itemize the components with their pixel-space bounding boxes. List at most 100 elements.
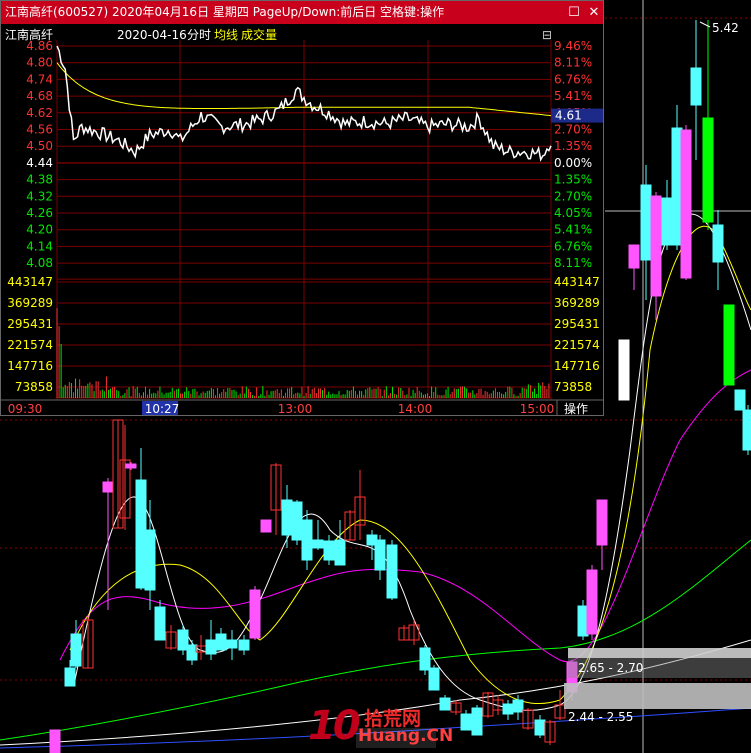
candle-body xyxy=(439,697,451,711)
candle-body xyxy=(64,667,76,687)
candle-body xyxy=(502,703,514,715)
candle-body xyxy=(742,409,751,451)
watermark-domain: Huang.CN xyxy=(358,726,454,746)
candle-body xyxy=(734,389,746,411)
period-label: 分时 xyxy=(187,28,211,42)
volume-axis-label: 443147 xyxy=(554,275,600,289)
watermark-logo-number: 10 xyxy=(308,703,361,749)
candle-body xyxy=(702,117,714,223)
candle-body xyxy=(215,633,227,651)
candle-body xyxy=(226,639,238,649)
chart-menu-icon[interactable]: ⊟ xyxy=(542,28,552,42)
price-axis-label: 4.86 xyxy=(26,39,53,53)
current-price-label: 4.61 xyxy=(555,109,582,123)
time-axis-label: 13:00 xyxy=(278,402,313,416)
intraday-popup-window[interactable]: 江南高纤(600527) 2020年04月16日 星期四 PageUp/Down… xyxy=(0,0,604,416)
candle-body xyxy=(334,539,346,566)
candle-body xyxy=(680,129,692,279)
candle-body xyxy=(712,224,724,263)
candle-body xyxy=(586,569,598,635)
percent-axis-label: 0.00% xyxy=(554,156,592,170)
close-button[interactable]: ✕ xyxy=(583,1,605,24)
time-axis-label: 09:30 xyxy=(8,402,43,416)
volume-axis-label: 443147 xyxy=(7,275,53,289)
price-axis-label: 4.68 xyxy=(26,89,53,103)
support-zone-band xyxy=(564,683,751,709)
avg-line-legend: 均线 xyxy=(214,28,238,42)
price-axis-label: 4.80 xyxy=(26,56,53,70)
candle-body xyxy=(386,544,398,599)
volume-axis-label: 369289 xyxy=(554,296,600,310)
candle-body xyxy=(650,195,662,297)
candle-body xyxy=(238,639,250,651)
volume-axis-label: 295431 xyxy=(554,317,600,331)
percent-axis-label: 2.70% xyxy=(554,123,592,137)
percent-axis-label: 5.41% xyxy=(554,223,592,237)
candle-body xyxy=(419,647,431,671)
candle-body xyxy=(596,499,608,546)
price-axis-label: 4.08 xyxy=(26,256,53,270)
title-bar[interactable]: 江南高纤(600527) 2020年04月16日 星期四 PageUp/Down… xyxy=(1,1,603,24)
percent-axis-label: 1.35% xyxy=(554,173,592,187)
candle-body xyxy=(323,540,335,561)
chart-date: 2020-04-16 xyxy=(117,28,187,42)
price-axis-label: 4.14 xyxy=(26,239,53,253)
price-axis-label: 4.44 xyxy=(26,156,53,170)
resistance-zone-band xyxy=(568,648,751,658)
candle-body xyxy=(49,729,61,753)
volume-axis-label: 147716 xyxy=(7,359,53,373)
price-axis-label: 4.62 xyxy=(26,106,53,120)
operate-button[interactable]: 操作 xyxy=(564,401,588,416)
candle-body xyxy=(690,67,702,106)
restore-button[interactable]: ☐ xyxy=(563,1,585,24)
percent-axis-label: 9.46% xyxy=(554,39,592,53)
candle-body xyxy=(618,339,630,401)
volume-legend: 成交量 xyxy=(241,27,277,42)
price-axis-label: 4.38 xyxy=(26,173,53,187)
time-axis-label: 10:27 xyxy=(145,402,180,416)
site-watermark: 10 拾荒网 Huang.CN xyxy=(308,702,453,750)
volume-axis-label: 73858 xyxy=(554,380,592,394)
candle-body xyxy=(205,639,217,655)
percent-axis-label: 6.76% xyxy=(554,239,592,253)
percent-axis-label: 5.41% xyxy=(554,89,592,103)
candle-body xyxy=(125,463,137,469)
price-axis-label: 4.56 xyxy=(26,123,53,137)
candle-body xyxy=(661,197,673,246)
candle-body xyxy=(471,707,483,736)
support-zone-label: 2.44 - 2.55 xyxy=(568,710,633,724)
volume-axis-label: 147716 xyxy=(554,359,600,373)
candle-body xyxy=(428,667,440,691)
percent-axis-label: 8.11% xyxy=(554,256,592,270)
candle-body xyxy=(640,184,652,261)
intraday-chart[interactable]: 江南高纤 2020-04-16 分时 均线 成交量 ⊟ 4.86 9.46%4.8… xyxy=(1,24,603,416)
candle-body xyxy=(281,499,293,536)
price-axis-label: 4.26 xyxy=(26,206,53,220)
candle-body xyxy=(144,529,156,591)
price-axis-label: 4.20 xyxy=(26,223,53,237)
candle-body xyxy=(249,589,261,639)
candle-body xyxy=(102,481,114,493)
candle-body xyxy=(154,606,166,641)
candle-body xyxy=(628,244,640,269)
percent-axis-label: 6.76% xyxy=(554,72,592,86)
candle-body xyxy=(460,713,472,731)
candle-body xyxy=(301,519,313,561)
percent-axis-label: 8.11% xyxy=(554,56,592,70)
percent-axis-label: 1.35% xyxy=(554,139,592,153)
volume-axis-label: 221574 xyxy=(554,338,600,352)
candle-body xyxy=(312,539,324,549)
time-axis-label: 15:00 xyxy=(520,402,555,416)
volume-axis-label: 295431 xyxy=(7,317,53,331)
resistance-zone-label: 2.65 - 2.70 xyxy=(578,661,643,675)
candle-body xyxy=(512,699,524,713)
candle-body xyxy=(70,633,82,667)
window-title: 江南高纤(600527) 2020年04月16日 星期四 PageUp/Down… xyxy=(5,5,445,19)
volume-axis-label: 73858 xyxy=(15,380,53,394)
time-axis-label: 14:00 xyxy=(398,402,433,416)
candle-body xyxy=(291,501,303,541)
high-price-label: 5.42 xyxy=(712,21,739,35)
price-axis-label: 4.50 xyxy=(26,139,53,153)
percent-axis-label: 4.05% xyxy=(554,206,592,220)
volume-axis-label: 369289 xyxy=(7,296,53,310)
